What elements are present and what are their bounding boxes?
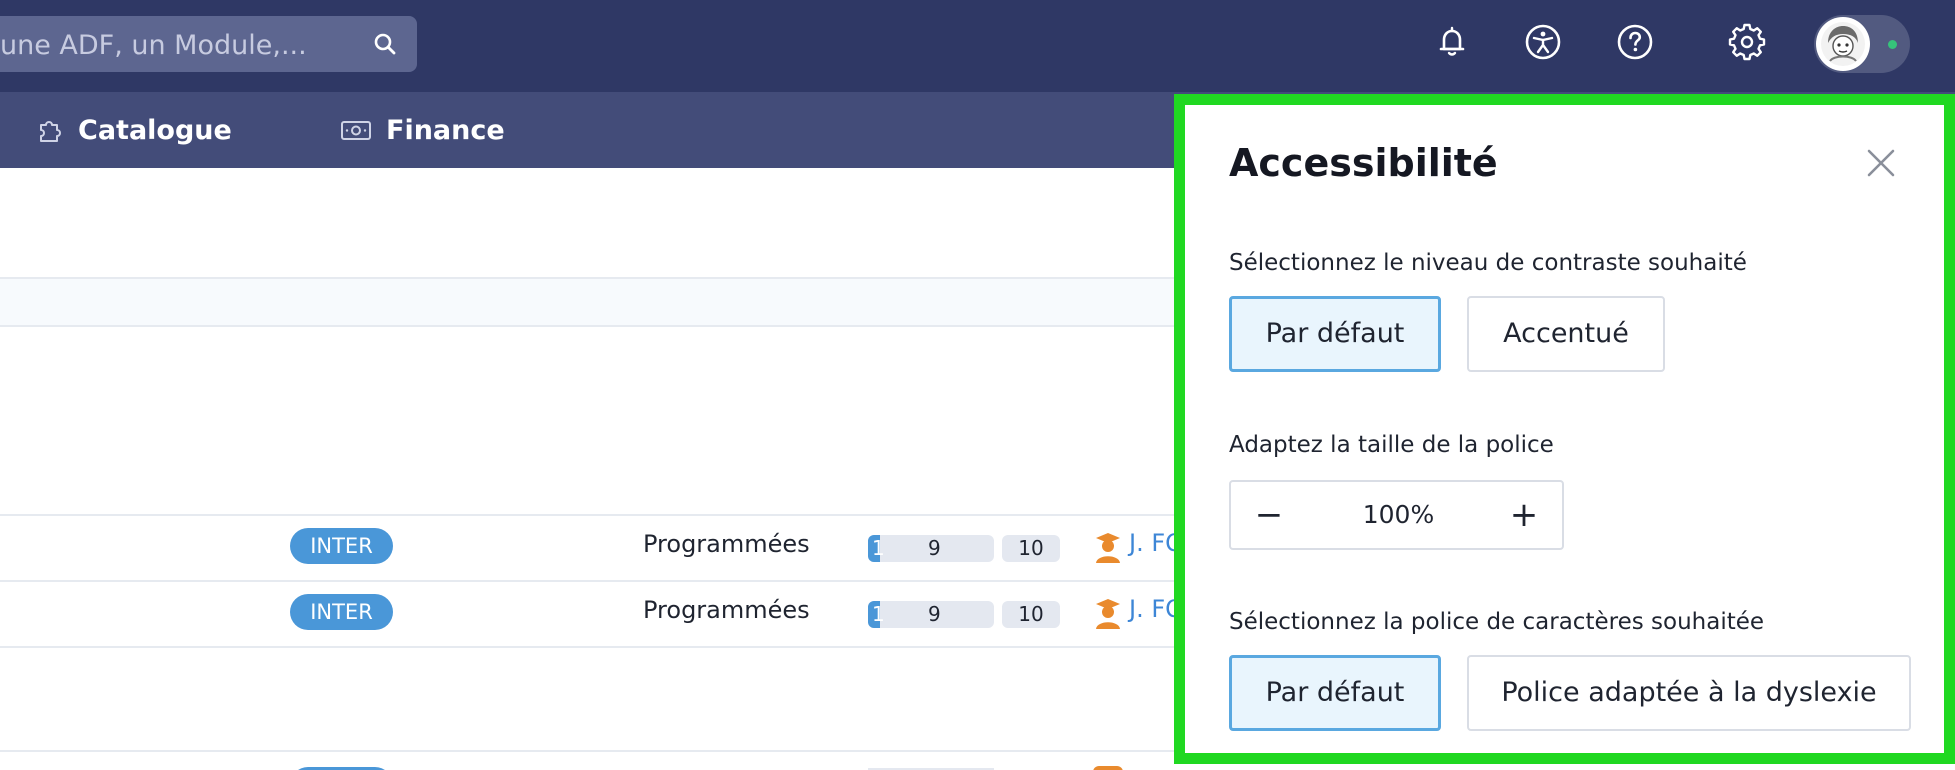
session-status: Programmées [643, 596, 810, 624]
increase-font-button[interactable]: + [1504, 490, 1544, 540]
font-size-stepper: − 100% + [1229, 480, 1564, 550]
font-size-label: Adaptez la taille de la police [1229, 432, 1554, 458]
font-default-button[interactable]: Par défaut [1229, 655, 1441, 731]
panel-title: Accessibilité [1229, 141, 1498, 185]
puzzle-icon [40, 121, 61, 142]
participant-count: 10 [1002, 601, 1060, 628]
decrease-font-button[interactable]: − [1249, 490, 1289, 540]
session-type-badge: INTER [290, 528, 393, 564]
font-family-label: Sélectionnez la police de caractères sou… [1229, 609, 1765, 635]
contrast-accentuated-button[interactable]: Accentué [1467, 296, 1665, 372]
search-input[interactable]: une ADF, un Module,... [0, 30, 307, 61]
trainer-icon-partial [1093, 766, 1123, 770]
help-icon[interactable] [1615, 22, 1655, 62]
trainer-icon [1096, 599, 1120, 629]
bell-icon[interactable] [1432, 22, 1472, 62]
progress-value: 1 [872, 602, 885, 626]
progress-total: 9 [928, 602, 941, 626]
search-box[interactable]: une ADF, un Module,... [0, 16, 417, 72]
progress-value: 1 [872, 536, 885, 560]
nav-item-catalogue[interactable]: Catalogue [36, 112, 232, 148]
table-header-band [0, 277, 1180, 327]
nav-item-label: Catalogue [78, 114, 232, 146]
banknote-icon [341, 121, 371, 140]
accessibility-icon[interactable] [1523, 22, 1563, 62]
table-row[interactable]: INTER Programmées 1 9 10 J. FO [0, 581, 1184, 647]
contrast-label: Sélectionnez le niveau de contraste souh… [1229, 250, 1747, 276]
nav-item-label: Finance [386, 114, 505, 146]
contrast-default-button[interactable]: Par défaut [1229, 296, 1441, 372]
row-divider [0, 646, 1180, 648]
font-dyslexia-button[interactable]: Police adaptée à la dyslexie [1467, 655, 1911, 731]
participant-count: 10 [1002, 535, 1060, 562]
search-icon[interactable] [371, 30, 399, 58]
accessibility-panel: Accessibilité Sélectionnez le niveau de … [1185, 105, 1936, 753]
nav-item-finance[interactable]: Finance [340, 112, 505, 148]
session-status: Programmées [643, 530, 810, 558]
session-type-badge: INTER [290, 594, 393, 630]
progress-total: 9 [928, 536, 941, 560]
avatar-image [1821, 22, 1865, 66]
gear-icon[interactable] [1727, 22, 1767, 62]
font-size-value: 100% [1362, 500, 1435, 529]
online-status-dot [1888, 40, 1897, 49]
table-row-partial [0, 752, 1180, 770]
table-row[interactable]: INTER Programmées 1 9 10 J. FO [0, 515, 1184, 581]
profile-menu[interactable] [1814, 15, 1910, 73]
top-bar: une ADF, un Module,... [0, 0, 1955, 92]
progress-bar: 1 9 [868, 535, 994, 562]
avatar[interactable] [1816, 17, 1870, 71]
progress-bar: 1 9 [868, 601, 994, 628]
trainer-icon [1096, 533, 1120, 563]
close-icon[interactable] [1865, 147, 1897, 179]
